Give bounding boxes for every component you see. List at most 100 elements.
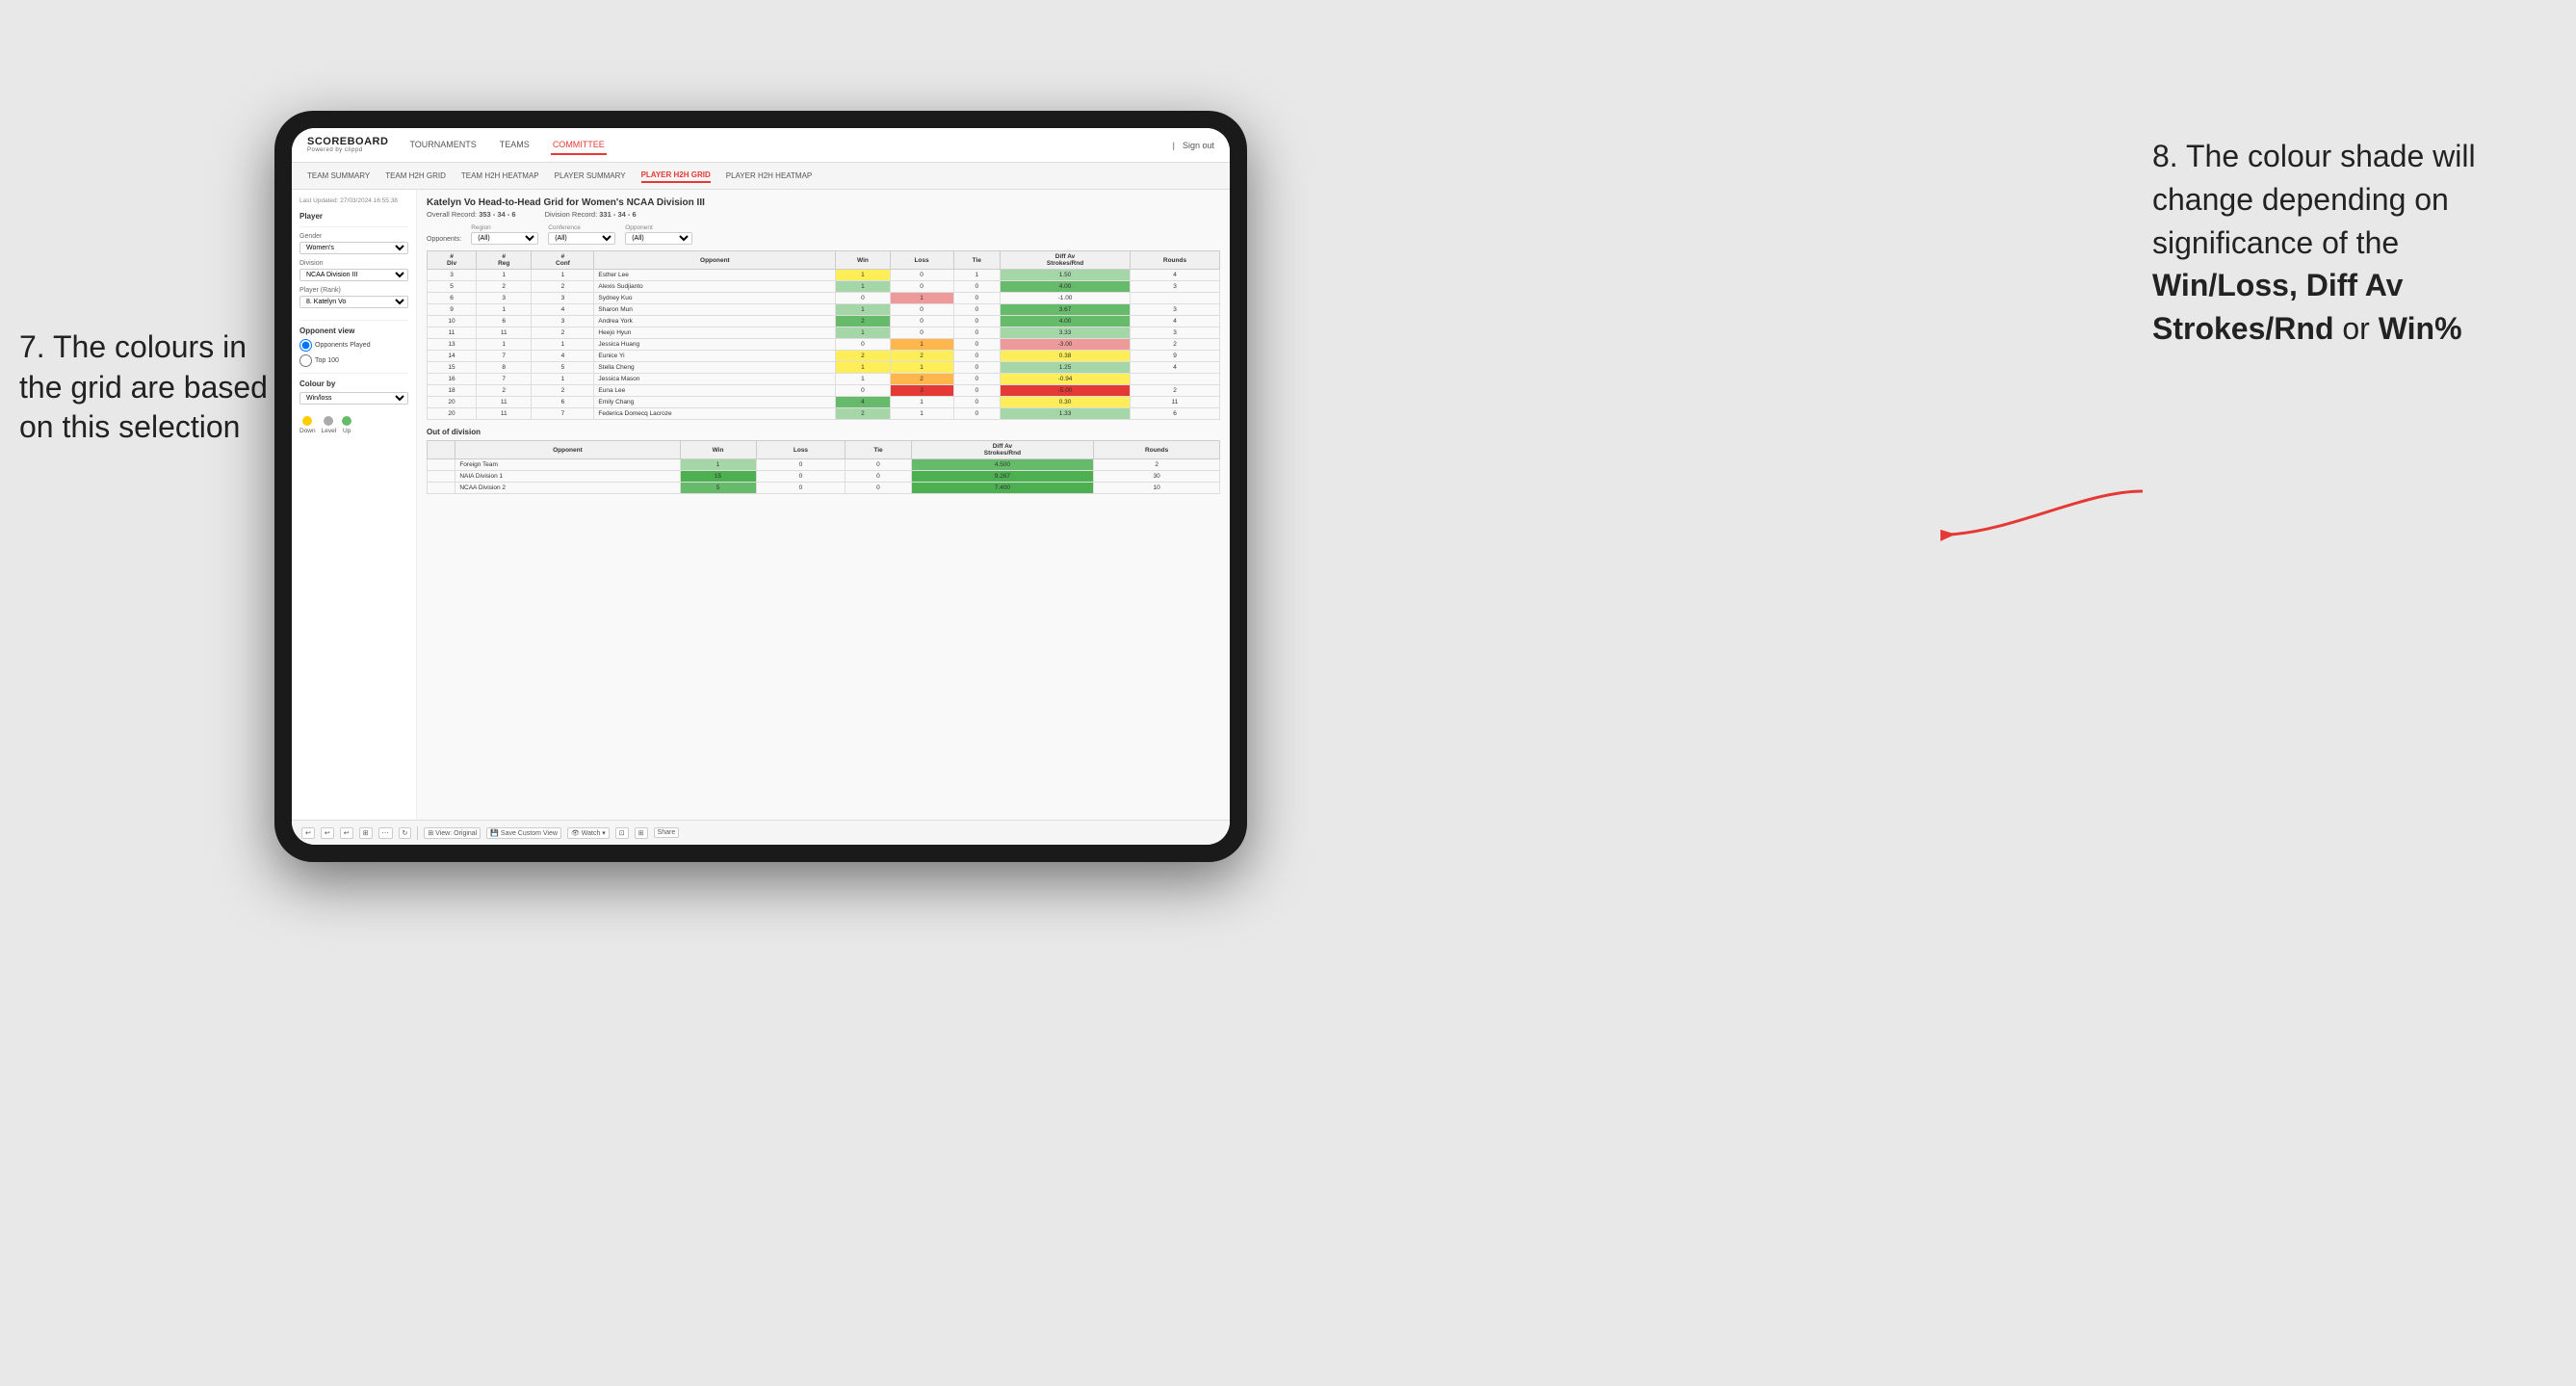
data-table: #Div #Reg #Conf Opponent Win Loss Tie Di… xyxy=(427,250,1220,420)
table-row: 1063 Andrea York 2 0 0 4.00 4 xyxy=(428,316,1220,327)
main-content: Last Updated: 27/03/2024 16:55:38 Player… xyxy=(292,190,1230,820)
toolbar-layout[interactable]: ⊡ xyxy=(615,827,629,839)
annotation-right: 8. The colour shade will change dependin… xyxy=(2152,135,2537,351)
table-row: 311 Esther Lee 1 0 1 1.50 4 xyxy=(428,270,1220,281)
filter-row: Opponents: Region (All) Conference (All) xyxy=(427,224,1220,245)
filter-conference-select[interactable]: (All) xyxy=(548,232,615,245)
toolbar-share[interactable]: Share xyxy=(654,827,680,838)
toolbar-sep1 xyxy=(417,826,418,840)
col-opponent: Opponent xyxy=(594,251,836,270)
sidebar: Last Updated: 27/03/2024 16:55:38 Player… xyxy=(292,190,417,820)
sidebar-player-heading: Player xyxy=(299,212,408,221)
ood-table-row: NAIA Division 1 15 0 0 9.267 30 xyxy=(428,471,1220,483)
toolbar-view-original[interactable]: ⊞ View: Original xyxy=(424,827,481,839)
nav-committee[interactable]: COMMITTEE xyxy=(551,136,607,155)
radio-top100-input[interactable] xyxy=(299,354,312,367)
subnav-player-h2h-grid[interactable]: PLAYER H2H GRID xyxy=(641,169,711,183)
toolbar-watch[interactable]: 👁 Watch ▾ xyxy=(567,827,610,839)
col-loss: Loss xyxy=(890,251,953,270)
table-row: 633 Sydney Kuo 0 1 0 -1.00 xyxy=(428,293,1220,304)
sidebar-opponent-view-label: Opponent view xyxy=(299,327,408,335)
table-row: 1822 Euna Lee 0 3 0 -5.00 2 xyxy=(428,385,1220,397)
radio-opponents-played-input[interactable] xyxy=(299,339,312,352)
ood-table-row: Foreign Team 1 0 0 4.500 2 xyxy=(428,459,1220,471)
toolbar-more[interactable]: ⋯ xyxy=(378,827,393,839)
filter-region-select[interactable]: (All) xyxy=(471,232,538,245)
sidebar-division-select[interactable]: NCAA Division III xyxy=(299,269,408,281)
legend-down-dot xyxy=(302,416,312,426)
sidebar-radio-top100[interactable]: Top 100 xyxy=(299,354,408,367)
subnav-player-summary[interactable]: PLAYER SUMMARY xyxy=(555,170,626,182)
sidebar-division-label: Division xyxy=(299,260,408,267)
col-tie: Tie xyxy=(953,251,1001,270)
toolbar-redo[interactable]: ↩ xyxy=(321,827,334,839)
toolbar: ↩ ↩ ↩ ⊞ ⋯ ↻ ⊞ View: Original 💾 Save Cust… xyxy=(292,820,1230,845)
sidebar-colour-by-label: Colour by xyxy=(299,379,408,388)
toolbar-undo[interactable]: ↩ xyxy=(301,827,315,839)
toolbar-grid-btn[interactable]: ⊞ xyxy=(359,827,373,839)
out-of-division-title: Out of division xyxy=(427,428,1220,436)
table-row: 1474 Eunice Yi 2 2 0 0.38 9 xyxy=(428,351,1220,362)
legend-level-dot xyxy=(324,416,333,426)
nav-teams[interactable]: TEAMS xyxy=(498,136,532,155)
sidebar-colour-by-select[interactable]: Win/loss xyxy=(299,392,408,405)
col-rounds: Rounds xyxy=(1131,251,1220,270)
logo-sub-text: Powered by clippd xyxy=(307,147,388,153)
legend-up-dot xyxy=(342,416,351,426)
filter-opponent: Opponent (All) xyxy=(625,224,692,245)
ood-col-diff: Diff AvStrokes/Rnd xyxy=(911,441,1094,459)
sidebar-radio-opponents-played[interactable]: Opponents Played xyxy=(299,339,408,352)
legend-row: Down Level Up xyxy=(299,416,408,434)
overall-record: Overall Record: 353 - 34 - 6 xyxy=(427,210,516,219)
annotation-right-text: 8. The colour shade will change dependin… xyxy=(2152,139,2476,260)
arrow-right-icon xyxy=(1940,472,2152,549)
toolbar-refresh[interactable]: ↻ xyxy=(399,827,412,839)
sidebar-player-rank-select[interactable]: 8. Katelyn Vo xyxy=(299,296,408,308)
logo-text: SCOREBOARD xyxy=(307,136,388,147)
subnav-team-summary[interactable]: TEAM SUMMARY xyxy=(307,170,370,182)
toolbar-redo2[interactable]: ↩ xyxy=(340,827,353,839)
legend-up: Up xyxy=(342,416,351,434)
ood-table-row: NCAA Division 2 5 0 0 7.400 10 xyxy=(428,483,1220,494)
col-diff: Diff AvStrokes/Rnd xyxy=(1001,251,1131,270)
table-row: 522 Alexis Sudjianto 1 0 0 4.00 3 xyxy=(428,281,1220,293)
filter-conference: Conference (All) xyxy=(548,224,615,245)
division-record: Division Record: 331 - 34 - 6 xyxy=(545,210,637,219)
nav-tournaments[interactable]: TOURNAMENTS xyxy=(407,136,478,155)
subnav-team-h2h-grid[interactable]: TEAM H2H GRID xyxy=(385,170,446,182)
sub-nav: TEAM SUMMARY TEAM H2H GRID TEAM H2H HEAT… xyxy=(292,163,1230,190)
annotation-right-bold3: Win% xyxy=(2379,311,2462,346)
toolbar-save-custom[interactable]: 💾 Save Custom View xyxy=(486,827,561,839)
sidebar-gender-label: Gender xyxy=(299,233,408,240)
filter-region: Region (All) xyxy=(471,224,538,245)
grid-records: Overall Record: 353 - 34 - 6 Division Re… xyxy=(427,210,1220,219)
sign-out-link[interactable]: Sign out xyxy=(1183,141,1214,150)
filter-opponent-select[interactable]: (All) xyxy=(625,232,692,245)
annotation-left-text: 7. The colours in the grid are based on … xyxy=(19,329,268,444)
sidebar-timestamp: Last Updated: 27/03/2024 16:55:38 xyxy=(299,197,408,204)
table-row: 1671 Jessica Mason 1 2 0 -0.94 xyxy=(428,374,1220,385)
table-row: 20116 Emily Chang 4 1 0 0.30 11 xyxy=(428,397,1220,408)
ood-col-rounds: Rounds xyxy=(1094,441,1220,459)
table-row: 914 Sharon Mun 1 0 0 3.67 3 xyxy=(428,304,1220,316)
table-row: 1311 Jessica Huang 0 1 0 -3.00 2 xyxy=(428,339,1220,351)
col-div: #Div xyxy=(428,251,477,270)
opponents-label: Opponents: xyxy=(427,236,461,245)
col-reg: #Reg xyxy=(477,251,532,270)
ood-col-tie: Tie xyxy=(846,441,911,459)
table-row: 1585 Stella Cheng 1 1 0 1.25 4 xyxy=(428,362,1220,374)
grid-area: Katelyn Vo Head-to-Head Grid for Women's… xyxy=(417,190,1230,820)
subnav-team-h2h-heatmap[interactable]: TEAM H2H HEATMAP xyxy=(461,170,539,182)
out-of-division-table: Opponent Win Loss Tie Diff AvStrokes/Rnd… xyxy=(427,440,1220,494)
toolbar-grid2[interactable]: ⊞ xyxy=(635,827,648,839)
grid-title: Katelyn Vo Head-to-Head Grid for Women's… xyxy=(427,197,1220,208)
legend-level: Level xyxy=(322,416,337,434)
table-row: 11112 Heejo Hyun 1 0 0 3.33 3 xyxy=(428,327,1220,339)
ood-col-win: Win xyxy=(680,441,756,459)
subnav-player-h2h-heatmap[interactable]: PLAYER H2H HEATMAP xyxy=(726,170,813,182)
sidebar-gender-select[interactable]: Women's xyxy=(299,242,408,254)
sidebar-player-rank-label: Player (Rank) xyxy=(299,287,408,294)
ood-col-loss: Loss xyxy=(756,441,846,459)
tablet-frame: SCOREBOARD Powered by clippd TOURNAMENTS… xyxy=(274,111,1247,862)
nav-links: TOURNAMENTS TEAMS COMMITTEE xyxy=(407,136,1172,155)
